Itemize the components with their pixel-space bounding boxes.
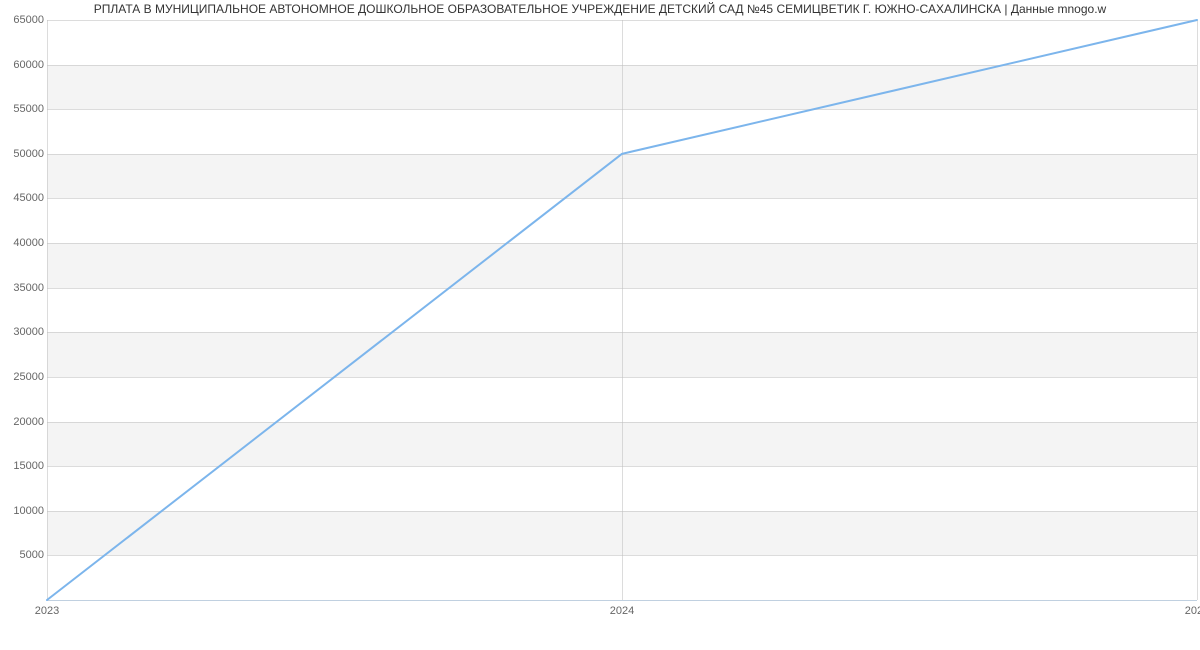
data-line (47, 20, 1197, 600)
chart-title: РПЛАТА В МУНИЦИПАЛЬНОЕ АВТОНОМНОЕ ДОШКОЛ… (0, 2, 1200, 16)
y-tick-label: 40000 (4, 237, 44, 249)
y-tick-label: 60000 (4, 59, 44, 71)
y-tick-label: 10000 (4, 505, 44, 517)
x-tick-label: 2024 (610, 605, 634, 617)
y-tick-label: 15000 (4, 460, 44, 472)
y-tick-label: 65000 (4, 14, 44, 26)
x-tick-label: 2025 (1185, 605, 1200, 617)
salary-line-chart: РПЛАТА В МУНИЦИПАЛЬНОЕ АВТОНОМНОЕ ДОШКОЛ… (0, 0, 1200, 650)
y-tick-label: 30000 (4, 326, 44, 338)
y-tick-label: 35000 (4, 282, 44, 294)
y-tick-label: 45000 (4, 192, 44, 204)
y-tick-label: 5000 (4, 549, 44, 561)
y-tick-label: 25000 (4, 371, 44, 383)
x-tick-label: 2023 (35, 605, 59, 617)
x-axis-line (47, 600, 1197, 601)
y-tick-label: 20000 (4, 416, 44, 428)
y-tick-label: 50000 (4, 148, 44, 160)
y-tick-label: 55000 (4, 103, 44, 115)
